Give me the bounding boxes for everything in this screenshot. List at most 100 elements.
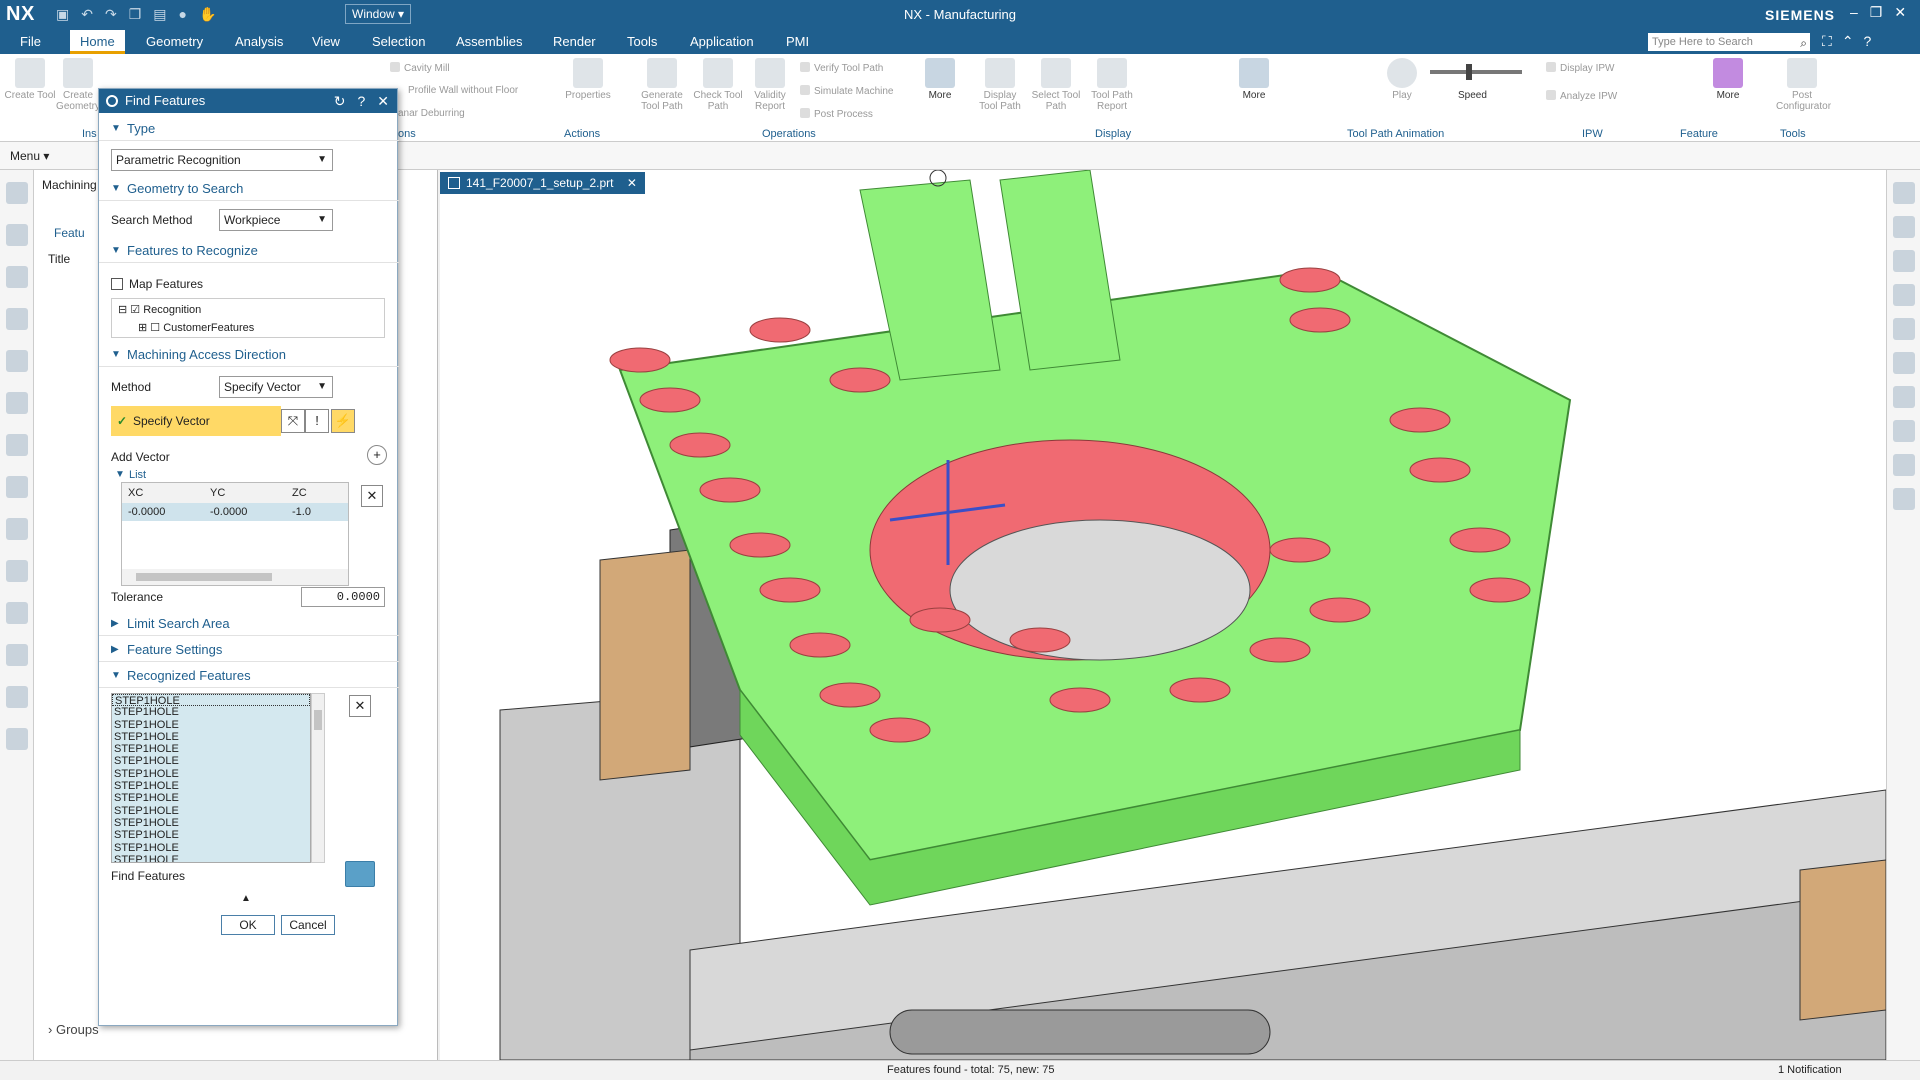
undo-icon[interactable]: ↶ [81, 6, 93, 23]
roles-icon[interactable] [5, 644, 28, 666]
find-features-button[interactable] [345, 861, 375, 887]
list-item[interactable]: STEP1HOLE [112, 780, 310, 792]
more-operations-button[interactable]: More [914, 58, 966, 101]
generate-tool-path-button[interactable]: Generate Tool Path [636, 58, 688, 112]
more-display-button[interactable]: More [1228, 58, 1280, 101]
add-vector-button[interactable]: + [367, 445, 387, 465]
display-tool-path-button[interactable]: Display Tool Path [974, 58, 1026, 112]
select-tool-path-button[interactable]: Select Tool Path [1030, 58, 1082, 112]
analyze-ipw-button[interactable]: Analyze IPW [1546, 90, 1617, 102]
navigator-features-label[interactable]: Featu [54, 226, 85, 240]
star-icon[interactable] [1892, 420, 1915, 442]
paste-icon[interactable]: ▤ [153, 6, 166, 23]
create-tool-button[interactable]: Create Tool [4, 58, 56, 101]
grid-header-zc[interactable]: ZC [288, 483, 307, 503]
model-view[interactable] [440, 170, 1886, 1060]
close-icon[interactable]: ✕ [1894, 4, 1906, 21]
grid-scroll-thumb[interactable] [136, 573, 272, 581]
web-browser-icon[interactable] [5, 518, 28, 540]
save-icon[interactable]: ▣ [56, 6, 69, 23]
command-search-input[interactable]: Type Here to Search ⌕ [1648, 33, 1810, 51]
feature-star-icon[interactable] [1892, 352, 1915, 374]
simulate-machine-button[interactable]: Simulate Machine [800, 85, 893, 97]
cavity-mill-button[interactable]: Cavity Mill [390, 62, 450, 74]
section-limit-search-area[interactable]: ▶ Limit Search Area [99, 612, 399, 636]
collapse-arrow-icon[interactable]: ▲ [241, 893, 251, 904]
section-machining-access-direction[interactable]: ▼ Machining Access Direction [99, 343, 399, 367]
validity-report-button[interactable]: Validity Report [744, 58, 796, 112]
collapse-ribbon-icon[interactable]: ⌃ [1842, 33, 1854, 50]
feature-navigator-icon[interactable] [5, 392, 28, 414]
inferred-vector-button[interactable]: ! [305, 409, 329, 433]
close-tab-icon[interactable]: ✕ [627, 176, 637, 190]
delete-vector-button[interactable]: ✕ [361, 485, 383, 507]
mic-icon[interactable]: ● [179, 6, 187, 23]
fullscreen-icon[interactable]: ⛶ [1822, 33, 1832, 50]
grid-header-xc[interactable]: XC [124, 483, 143, 503]
tool-path-report-button[interactable]: Tool Path Report [1086, 58, 1138, 112]
display-ipw-button[interactable]: Display IPW [1546, 62, 1614, 74]
cancel-button[interactable]: Cancel [281, 915, 335, 935]
tree-item-recognition[interactable]: ⊟ ☑ Recognition [118, 303, 201, 316]
window-menu[interactable]: Window ▾ [345, 4, 412, 24]
tab-application[interactable]: Application [680, 30, 764, 54]
list-item[interactable]: STEP1HOLE [112, 706, 310, 718]
search-icon[interactable]: ⌕ [1800, 34, 1807, 52]
machine-navigator-icon[interactable] [5, 434, 28, 456]
recognized-list-scrollbar[interactable] [311, 693, 325, 863]
list-item[interactable]: STEP1HOLE [112, 842, 310, 854]
graphics-window[interactable] [440, 170, 1886, 1060]
specify-vector-row[interactable]: ✓ Specify Vector [111, 406, 281, 436]
move-icon[interactable] [1892, 386, 1915, 408]
section-feature-settings[interactable]: ▶ Feature Settings [99, 638, 399, 662]
tab-geometry[interactable]: Geometry [136, 30, 213, 54]
grid-row[interactable]: -0.0000 -0.0000 -1.0 [122, 503, 348, 521]
vector-icon[interactable] [1892, 318, 1915, 340]
ok-button[interactable]: OK [221, 915, 275, 935]
speed-slider-handle[interactable] [1466, 64, 1472, 80]
tab-pmi[interactable]: PMI [776, 30, 819, 54]
tab-home[interactable]: Home [70, 30, 125, 54]
tab-tools[interactable]: Tools [617, 30, 667, 54]
list-item[interactable]: STEP1HOLE [112, 792, 310, 804]
assembly-navigator-icon[interactable] [5, 266, 28, 288]
speed-slider-track[interactable] [1430, 70, 1522, 74]
list-item[interactable]: STEP1HOLE [112, 731, 310, 743]
touch-icon[interactable]: ✋ [199, 6, 216, 23]
method-select[interactable]: Specify Vector ▼ [219, 376, 333, 398]
tool-library-icon[interactable] [5, 476, 28, 498]
search-method-select[interactable]: Workpiece ▼ [219, 209, 333, 231]
help-icon[interactable]: ? [1864, 33, 1872, 50]
check-tool-path-button[interactable]: Check Tool Path [692, 58, 744, 112]
constraint-navigator-icon[interactable] [5, 308, 28, 330]
dialog-title-bar[interactable]: Find Features ↻ ? ✕ [99, 89, 397, 113]
list-item[interactable]: STEP1HOLE [112, 719, 310, 731]
restore-icon[interactable]: ❐ [1870, 4, 1883, 21]
list-item[interactable]: STEP1HOLE [112, 743, 310, 755]
close-icon[interactable]: ✕ [377, 89, 389, 113]
section-geometry-to-search[interactable]: ▼ Geometry to Search [99, 177, 399, 201]
help-icon[interactable]: ? [357, 89, 365, 113]
hide-icon[interactable] [1892, 284, 1915, 306]
reset-icon[interactable]: ↻ [334, 89, 346, 113]
tolerance-input[interactable]: 0.0000 [301, 587, 385, 607]
show-hide-icon[interactable] [1892, 250, 1915, 272]
redo-icon[interactable]: ↷ [105, 6, 117, 23]
profile-wall-button[interactable]: Profile Wall without Floor [408, 85, 518, 96]
list-item[interactable]: STEP1HOLE [112, 694, 310, 707]
reuse-library-icon[interactable] [5, 728, 28, 750]
map-features-checkbox[interactable] [111, 278, 123, 290]
grid-horizontal-scrollbar[interactable] [122, 569, 348, 585]
copy-icon[interactable]: ❐ [129, 6, 142, 23]
reverse-direction-button[interactable]: ⤧ [281, 409, 305, 433]
properties-button[interactable]: Properties [562, 58, 614, 101]
section-recognized-features[interactable]: ▼ Recognized Features [99, 664, 399, 688]
list-item[interactable]: STEP1HOLE [112, 768, 310, 780]
tab-selection[interactable]: Selection [362, 30, 435, 54]
navigator-title-column[interactable]: Title [48, 252, 70, 266]
notification-indicator[interactable]: 1 Notification [1778, 1064, 1842, 1076]
more-feature-button[interactable]: More [1702, 58, 1754, 101]
recognized-scroll-thumb[interactable] [314, 710, 322, 730]
tab-file[interactable]: File [10, 30, 51, 54]
document-tab[interactable]: 141_F20007_1_setup_2.prt ✕ [440, 172, 645, 194]
